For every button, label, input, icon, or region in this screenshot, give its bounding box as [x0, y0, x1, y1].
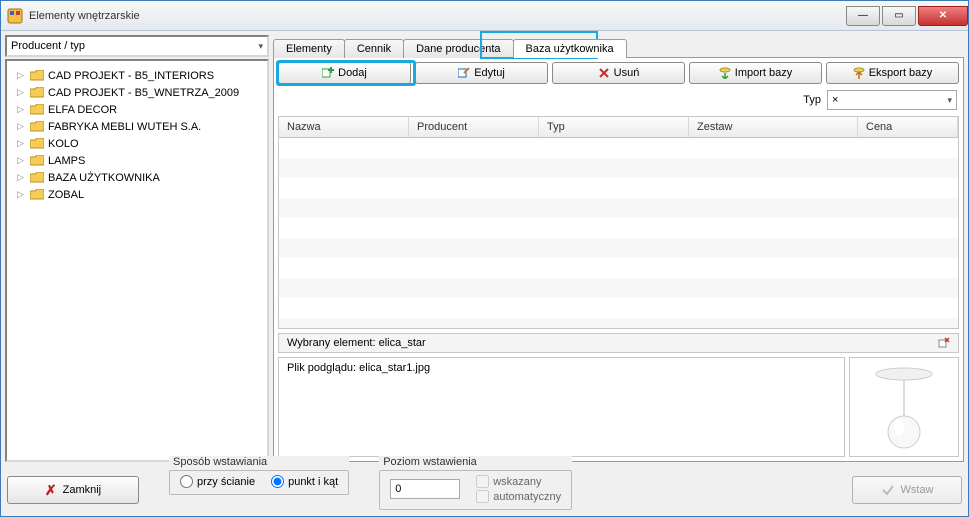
- remove-selected-icon[interactable]: [938, 337, 950, 349]
- left-panel: Producent / typ ▷ CAD PROJEKT - B5_INTERI…: [5, 35, 269, 462]
- folder-icon: [30, 70, 44, 82]
- tree-item[interactable]: ▷ LAMPS: [11, 152, 263, 169]
- level-input[interactable]: [390, 479, 460, 499]
- tree-label: BAZA UŻYTKOWNIKA: [48, 172, 160, 184]
- preview-file-label: Plik podglądu: elica_star1.jpg: [278, 357, 845, 457]
- expand-icon[interactable]: ▷: [15, 104, 26, 115]
- tree-item[interactable]: ▷ KOLO: [11, 135, 263, 152]
- insertion-level-title: Poziom wstawienia: [379, 456, 572, 468]
- insertion-mode-group: przy ścianie punkt i kąt: [169, 470, 349, 495]
- import-icon: [719, 67, 731, 79]
- tab-panel: Dodaj Edytuj Usuń Import bazy: [273, 57, 964, 462]
- expand-icon[interactable]: ▷: [15, 87, 26, 98]
- minimize-button[interactable]: —: [846, 6, 880, 26]
- chk-pointed-input[interactable]: [476, 475, 489, 488]
- tree-label: LAMPS: [48, 155, 85, 167]
- folder-icon: [30, 189, 44, 201]
- edit-button[interactable]: Edytuj: [415, 62, 548, 84]
- export-button[interactable]: Eksport bazy: [826, 62, 959, 84]
- col-set[interactable]: Zestaw: [689, 117, 858, 137]
- insertion-level-group: wskazany automatyczny: [379, 470, 572, 510]
- tab-bar: Elementy Cennik Dane producenta Baza uży…: [273, 35, 964, 57]
- expand-icon[interactable]: ▷: [15, 189, 26, 200]
- close-button[interactable]: ✗ Zamknij: [7, 476, 139, 504]
- check-icon: [881, 483, 895, 497]
- app-window: Elementy wnętrzarskie — ▭ ✕ Producent / …: [0, 0, 969, 517]
- expand-icon[interactable]: ▷: [15, 172, 26, 183]
- radio-point-angle-input[interactable]: [271, 475, 284, 488]
- tree-label: FABRYKA MEBLI WUTEH S.A.: [48, 121, 201, 133]
- folder-icon: [30, 172, 44, 184]
- toolbar: Dodaj Edytuj Usuń Import bazy: [278, 62, 959, 84]
- expand-icon[interactable]: ▷: [15, 121, 26, 132]
- type-filter-label: Typ: [803, 94, 821, 106]
- selected-element-row: Wybrany element: elica_star: [278, 333, 959, 353]
- expand-icon[interactable]: ▷: [15, 155, 26, 166]
- preview-thumbnail[interactable]: [849, 357, 959, 457]
- edit-icon: [458, 67, 470, 79]
- col-price[interactable]: Cena: [858, 117, 958, 137]
- insert-button[interactable]: Wstaw: [852, 476, 962, 504]
- folder-icon: [30, 104, 44, 116]
- folder-icon: [30, 155, 44, 167]
- chk-auto[interactable]: automatyczny: [476, 490, 561, 503]
- col-name[interactable]: Nazwa: [279, 117, 409, 137]
- x-icon: ✗: [45, 482, 57, 499]
- producer-type-combo[interactable]: Producent / typ: [5, 35, 269, 57]
- expand-icon[interactable]: ▷: [15, 138, 26, 149]
- insertion-mode-title: Sposób wstawiania: [169, 456, 349, 468]
- maximize-button[interactable]: ▭: [882, 6, 916, 26]
- elements-table[interactable]: Nazwa Producent Typ Zestaw Cena: [278, 116, 959, 329]
- type-filter-value: ×: [832, 94, 838, 106]
- producer-type-label: Producent / typ: [11, 40, 85, 52]
- tree-item[interactable]: ▷ FABRYKA MEBLI WUTEH S.A.: [11, 118, 263, 135]
- radio-by-wall[interactable]: przy ścianie: [180, 475, 255, 488]
- tree-item[interactable]: ▷ ELFA DECOR: [11, 101, 263, 118]
- plus-icon: [322, 67, 334, 79]
- table-body[interactable]: [279, 138, 958, 328]
- expand-icon[interactable]: ▷: [15, 70, 26, 81]
- tree-label: KOLO: [48, 138, 79, 150]
- import-button[interactable]: Import bazy: [689, 62, 822, 84]
- delete-button[interactable]: Usuń: [552, 62, 685, 84]
- tree-label: ELFA DECOR: [48, 104, 117, 116]
- table-header: Nazwa Producent Typ Zestaw Cena: [279, 117, 958, 138]
- chk-pointed[interactable]: wskazany: [476, 475, 561, 488]
- tree-item[interactable]: ▷ CAD PROJEKT - B5_WNETRZA_2009: [11, 84, 263, 101]
- tab-elements[interactable]: Elementy: [273, 39, 345, 58]
- app-icon: [7, 8, 23, 24]
- titlebar[interactable]: Elementy wnętrzarskie — ▭ ✕: [1, 1, 968, 31]
- bottom-bar: ✗ Zamknij Sposób wstawiania przy ścianie…: [5, 466, 964, 512]
- folder-icon: [30, 87, 44, 99]
- right-panel: Elementy Cennik Dane producenta Baza uży…: [273, 35, 964, 462]
- tree-label: CAD PROJEKT - B5_WNETRZA_2009: [48, 87, 239, 99]
- tree-item[interactable]: ▷ CAD PROJEKT - B5_INTERIORS: [11, 67, 263, 84]
- chk-auto-input[interactable]: [476, 490, 489, 503]
- tree-item[interactable]: ▷ ZOBAL: [11, 186, 263, 203]
- tab-user-database[interactable]: Baza użytkownika: [513, 39, 627, 58]
- radio-point-angle[interactable]: punkt i kąt: [271, 475, 338, 488]
- window-title: Elementy wnętrzarskie: [29, 10, 844, 22]
- col-type[interactable]: Typ: [539, 117, 689, 137]
- tree-label: ZOBAL: [48, 189, 84, 201]
- delete-icon: [598, 67, 610, 79]
- add-button[interactable]: Dodaj: [278, 62, 411, 84]
- col-producer[interactable]: Producent: [409, 117, 539, 137]
- folder-icon: [30, 138, 44, 150]
- close-window-button[interactable]: ✕: [918, 6, 968, 26]
- radio-by-wall-input[interactable]: [180, 475, 193, 488]
- producer-tree[interactable]: ▷ CAD PROJEKT - B5_INTERIORS ▷ CAD PROJEKT…: [5, 59, 269, 462]
- folder-icon: [30, 121, 44, 133]
- selected-element-label: Wybrany element: elica_star: [287, 337, 426, 349]
- tree-item[interactable]: ▷ BAZA UŻYTKOWNIKA: [11, 169, 263, 186]
- tab-pricelist[interactable]: Cennik: [344, 39, 404, 58]
- export-icon: [853, 67, 865, 79]
- type-filter-combo[interactable]: ×: [827, 90, 957, 110]
- tree-label: CAD PROJEKT - B5_INTERIORS: [48, 70, 214, 82]
